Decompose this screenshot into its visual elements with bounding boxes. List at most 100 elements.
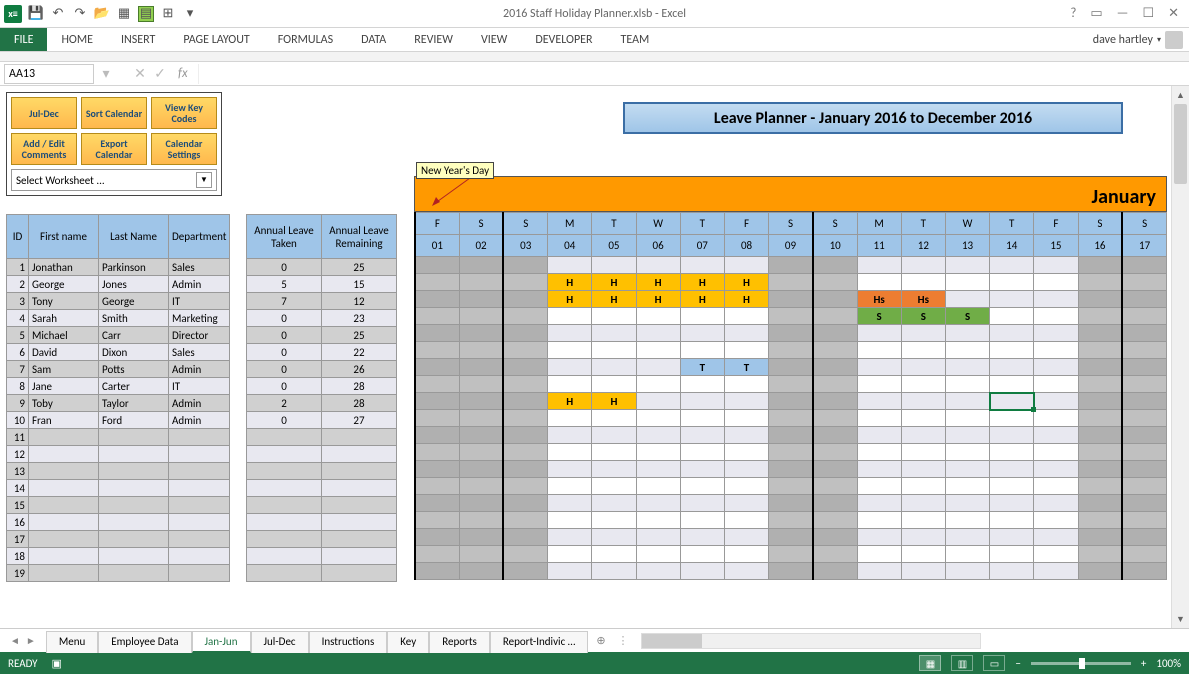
- calendar-cell[interactable]: [680, 478, 724, 495]
- calendar-cell[interactable]: [857, 529, 901, 546]
- calendar-cell[interactable]: [769, 461, 813, 478]
- calendar-cell[interactable]: [415, 376, 459, 393]
- calendar-cell[interactable]: [1034, 478, 1078, 495]
- calendar-cell[interactable]: [901, 444, 945, 461]
- file-tab[interactable]: FILE: [0, 28, 47, 51]
- calendar-cell[interactable]: [945, 546, 989, 563]
- calendar-cell[interactable]: [990, 529, 1034, 546]
- calendar-cell[interactable]: [548, 359, 592, 376]
- table-row[interactable]: 14: [7, 480, 230, 497]
- calendar-cell[interactable]: [769, 478, 813, 495]
- table-row[interactable]: 228: [247, 395, 397, 412]
- table-row[interactable]: 4SarahSmithMarketing: [7, 310, 230, 327]
- calendar-cell[interactable]: [1034, 291, 1078, 308]
- tab-insert[interactable]: INSERT: [107, 28, 169, 51]
- calendar-cell[interactable]: [415, 393, 459, 410]
- calendar-cell[interactable]: [901, 325, 945, 342]
- calendar-cell[interactable]: [680, 257, 724, 274]
- calendar-cell[interactable]: [1078, 257, 1122, 274]
- calendar-cell[interactable]: [415, 427, 459, 444]
- export-calendar-button[interactable]: Export Calendar: [81, 133, 147, 165]
- calendar-cell[interactable]: [724, 461, 768, 478]
- calendar-cell[interactable]: [990, 495, 1034, 512]
- calendar-cell[interactable]: [857, 427, 901, 444]
- table-row[interactable]: 17: [7, 531, 230, 548]
- calendar-cell[interactable]: [901, 393, 945, 410]
- calendar-cell[interactable]: [592, 325, 636, 342]
- calendar-cell[interactable]: [1122, 291, 1166, 308]
- calendar-cell[interactable]: [636, 325, 680, 342]
- calendar-cell[interactable]: [1122, 444, 1166, 461]
- table-row[interactable]: 026: [247, 361, 397, 378]
- calendar-cell[interactable]: [592, 427, 636, 444]
- calendar-cell[interactable]: [415, 495, 459, 512]
- table-row[interactable]: 025: [247, 327, 397, 344]
- calendar-cell[interactable]: [1034, 308, 1078, 325]
- calendar-cell[interactable]: [1034, 393, 1078, 410]
- sheet-tab[interactable]: Jan-Jun: [192, 631, 251, 653]
- calendar-cell[interactable]: [945, 495, 989, 512]
- calendar-cell[interactable]: [724, 325, 768, 342]
- calendar-cell[interactable]: [901, 563, 945, 580]
- calendar-cell[interactable]: [548, 410, 592, 427]
- calendar-cell[interactable]: [857, 461, 901, 478]
- tab-review[interactable]: REVIEW: [400, 28, 467, 51]
- sort-calendar-button[interactable]: Sort Calendar: [81, 97, 147, 129]
- calendar-cell[interactable]: [769, 546, 813, 563]
- table-icon[interactable]: ▦: [116, 6, 132, 22]
- sheet-tab[interactable]: Report-Indivic …: [490, 631, 588, 653]
- calendar-cell[interactable]: [636, 376, 680, 393]
- calendar-cell[interactable]: S: [945, 308, 989, 325]
- calendar-cell[interactable]: [1122, 376, 1166, 393]
- calendar-cell[interactable]: [769, 427, 813, 444]
- calendar-cell[interactable]: [857, 359, 901, 376]
- minimize-icon[interactable]: —: [1117, 6, 1129, 21]
- calendar-cell[interactable]: [901, 427, 945, 444]
- worksheet-select[interactable]: Select Worksheet ... ▼: [11, 169, 217, 191]
- calendar-cell[interactable]: [459, 308, 503, 325]
- tab-developer[interactable]: DEVELOPER: [521, 28, 606, 51]
- calendar-cell[interactable]: [459, 291, 503, 308]
- calendar-cell[interactable]: [592, 410, 636, 427]
- calendar-cell[interactable]: [1034, 529, 1078, 546]
- calendar-cell[interactable]: [990, 444, 1034, 461]
- calendar-cell[interactable]: [1078, 529, 1122, 546]
- calendar-cell[interactable]: [415, 563, 459, 580]
- calendar-row[interactable]: [415, 257, 1167, 274]
- calendar-cell[interactable]: [503, 342, 547, 359]
- calendar-cell[interactable]: [769, 495, 813, 512]
- calendar-cell[interactable]: [415, 529, 459, 546]
- calendar-cell[interactable]: [945, 393, 989, 410]
- calendar-cell[interactable]: [813, 410, 857, 427]
- calendar-cell[interactable]: [1122, 461, 1166, 478]
- calendar-cell[interactable]: [459, 376, 503, 393]
- calendar-cell[interactable]: [1034, 342, 1078, 359]
- calendar-cell[interactable]: [503, 427, 547, 444]
- accept-formula-icon[interactable]: ✓: [152, 65, 168, 82]
- calendar-cell[interactable]: [724, 257, 768, 274]
- scroll-thumb[interactable]: [1174, 104, 1187, 184]
- calendar-row[interactable]: [415, 478, 1167, 495]
- add-sheet-icon[interactable]: ⊕: [588, 634, 613, 647]
- calendar-cell[interactable]: [548, 563, 592, 580]
- table-row[interactable]: [247, 514, 397, 531]
- calendar-cell[interactable]: [680, 563, 724, 580]
- calendar-cell[interactable]: [1034, 376, 1078, 393]
- calendar-cell[interactable]: [592, 308, 636, 325]
- calendar-cell[interactable]: [813, 393, 857, 410]
- calendar-cell[interactable]: [901, 359, 945, 376]
- calendar-cell[interactable]: [459, 495, 503, 512]
- calendar-cell[interactable]: [415, 274, 459, 291]
- calendar-row[interactable]: [415, 563, 1167, 580]
- normal-view-icon[interactable]: ▦: [919, 655, 941, 671]
- calendar-cell[interactable]: [548, 546, 592, 563]
- calendar-cell[interactable]: [1078, 308, 1122, 325]
- calendar-cell[interactable]: [680, 461, 724, 478]
- calendar-cell[interactable]: [1078, 410, 1122, 427]
- calendar-cell[interactable]: [548, 444, 592, 461]
- close-icon[interactable]: ✕: [1168, 6, 1179, 21]
- calendar-cell[interactable]: [990, 257, 1034, 274]
- calendar-cell[interactable]: [1034, 546, 1078, 563]
- calendar-cell[interactable]: [503, 563, 547, 580]
- calendar-cell[interactable]: [769, 529, 813, 546]
